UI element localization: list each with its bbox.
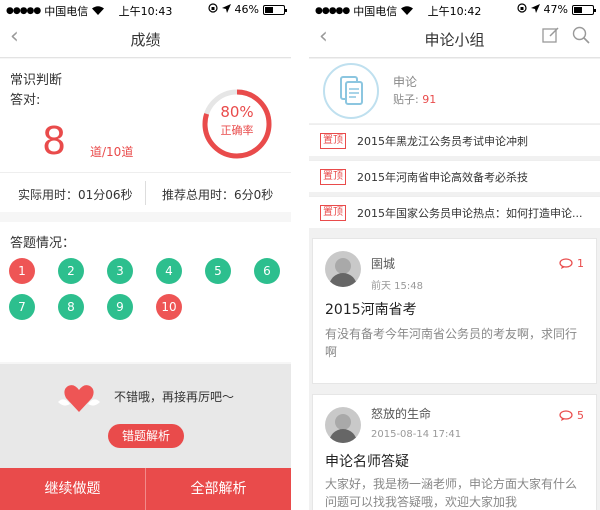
all-analysis-button[interactable]: 全部解析 [146, 468, 291, 510]
group-name: 申论 [393, 75, 418, 89]
posts-count: 91 [422, 93, 437, 106]
accuracy-label: 正确率 [220, 124, 254, 137]
comment-icon [559, 258, 573, 269]
pinned-tag: 置顶 [320, 133, 346, 149]
comment-icon [559, 410, 573, 421]
pinned-title: 2015年国家公务员申论热点：如何打造申论... [357, 207, 583, 220]
pinned-title: 2015年河南省申论高效备考必杀技 [357, 171, 528, 184]
total-label: 道/10道 [90, 145, 134, 159]
heart-wings-icon [58, 385, 100, 412]
comment-count-value: 5 [577, 409, 584, 422]
battery-icon [572, 4, 596, 15]
post-card[interactable]: 怒放的生命 2015-08-14 17:41 5 申论名师答疑 大家好，我是杨一… [312, 394, 597, 510]
feedback-message: 不错哦，再接再厉吧～ [114, 390, 235, 404]
location-icon [221, 3, 231, 16]
comment-count: 5 [559, 409, 584, 422]
divider [145, 181, 146, 205]
pinned-item[interactable]: 置顶 2015年黑龙江公务员考试申论冲刺 [309, 124, 600, 156]
document-icon [323, 63, 379, 119]
pinned-item[interactable]: 置顶 2015年河南省申论高效备考必杀技 [309, 160, 600, 192]
answer-dot-7[interactable]: 7 [9, 294, 35, 320]
avatar [325, 407, 361, 443]
battery-percent: 46% [234, 3, 259, 16]
answer-dot-1[interactable]: 1 [9, 258, 35, 284]
correct-count: 8 [42, 119, 67, 163]
answers-panel: 答题情况： 1 2 3 4 5 6 7 8 9 10 [0, 222, 291, 362]
nav-bar: ‹ 申论小组 [309, 18, 600, 58]
group-header: 申论 贴子: 91 [309, 59, 600, 123]
post-body: 有没有备考今年河南省公务员的考友啊，求同行啊 [325, 327, 578, 359]
continue-button[interactable]: 继续做题 [0, 468, 145, 510]
lock-rotation-icon [207, 3, 218, 16]
battery-icon [263, 4, 287, 15]
search-icon[interactable] [572, 26, 590, 48]
group-screen: ●●●●● 中国电信 上午10:42 47% ‹ 申论小组 申论 贴子: 91 … [309, 0, 600, 510]
post-time: 前天 15:48 [371, 281, 423, 292]
answer-dot-6[interactable]: 6 [254, 258, 280, 284]
pinned-title: 2015年黑龙江公务员考试申论冲刺 [357, 135, 528, 148]
status-bar: ●●●●● 中国电信 上午10:42 47% [309, 0, 600, 18]
post-time: 2015-08-14 17:41 [371, 429, 462, 440]
time-row: 实际用时：01分06秒 推荐总用时：6分0秒 [0, 172, 291, 212]
correct-label: 答对: [10, 93, 41, 108]
post-title: 2015河南省考 [325, 302, 417, 318]
answer-dot-10[interactable]: 10 [156, 294, 182, 320]
posts-label: 贴子: [393, 93, 419, 106]
battery-percent: 47% [543, 3, 568, 16]
score-card: 常识判断 答对: 8 道/10道 80% 正确率 [0, 59, 291, 172]
pinned-item[interactable]: 置顶 2015年国家公务员申论热点：如何打造申论... [309, 196, 600, 228]
post-author: 怒放的生命 [371, 407, 432, 421]
nav-bar: ‹ 成绩 [0, 18, 291, 58]
compose-icon[interactable] [542, 26, 560, 48]
comment-count-value: 1 [577, 257, 584, 270]
recommended-time: 推荐总用时：6分0秒 [162, 188, 274, 202]
actual-time: 实际用时：01分06秒 [18, 188, 133, 202]
mistakes-analysis-button[interactable]: 错题解析 [108, 424, 184, 448]
location-icon [530, 3, 540, 16]
answer-dot-2[interactable]: 2 [58, 258, 84, 284]
accuracy-percent: 80% [220, 103, 254, 121]
category-label: 常识判断 [10, 73, 63, 88]
answer-dot-5[interactable]: 5 [205, 258, 231, 284]
post-card[interactable]: 圉城 前天 15:48 1 2015河南省考 有没有备考今年河南省公务员的考友啊… [312, 238, 597, 384]
pinned-tag: 置顶 [320, 169, 346, 185]
comment-count: 1 [559, 257, 584, 270]
page-title: 成绩 [130, 31, 161, 49]
group-post-count: 贴子: 91 [393, 91, 436, 107]
lock-rotation-icon [516, 3, 527, 16]
answer-dot-9[interactable]: 9 [107, 294, 133, 320]
score-screen: ●●●●● 中国电信 上午10:43 46% ‹ 成绩 常识判断 答对: 8 道… [0, 0, 291, 510]
screen-gap [291, 0, 309, 510]
answer-dot-3[interactable]: 3 [107, 258, 133, 284]
answer-dot-4[interactable]: 4 [156, 258, 182, 284]
pinned-tag: 置顶 [320, 205, 346, 221]
feedback-panel: 不错哦，再接再厉吧～ 错题解析 [0, 364, 291, 468]
post-body: 大家好，我是杨一涵老师，申论方面大家有什么问题可以找我答疑哦，欢迎大家加我 [325, 477, 578, 509]
bottom-action-bar: 继续做题 全部解析 [0, 468, 291, 510]
answers-label: 答题情况： [10, 236, 76, 251]
answer-dot-8[interactable]: 8 [58, 294, 84, 320]
avatar [325, 251, 361, 287]
post-title: 申论名师答疑 [325, 454, 409, 470]
status-bar: ●●●●● 中国电信 上午10:43 46% [0, 0, 291, 18]
post-author: 圉城 [371, 257, 396, 271]
accuracy-text: 80% 正确率 [200, 103, 274, 138]
